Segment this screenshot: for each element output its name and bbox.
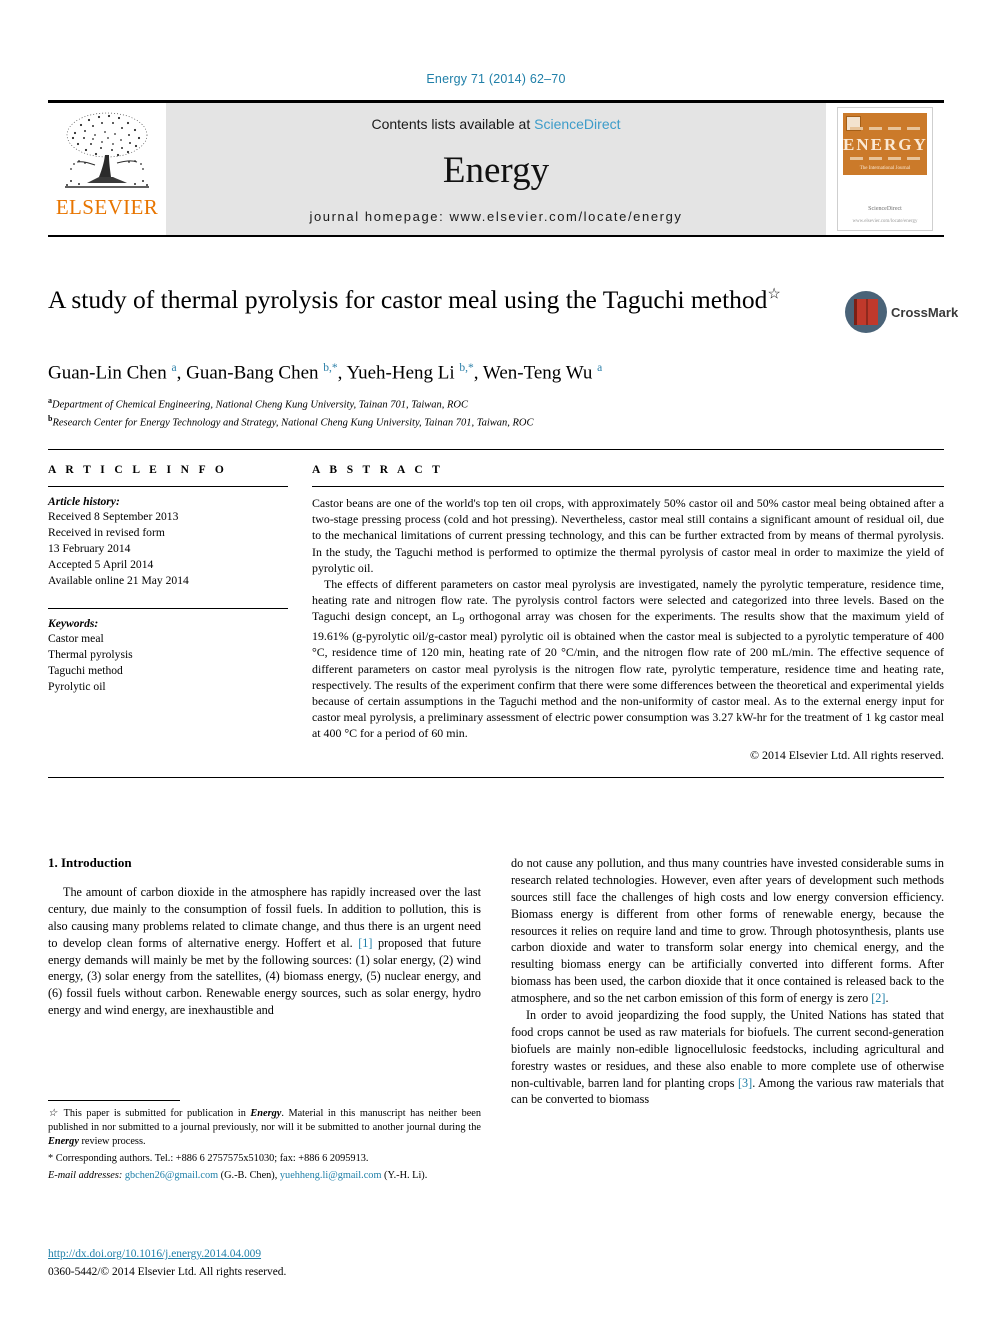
article-info-abstract-block: A R T I C L E I N F O Article history: R… xyxy=(48,449,944,779)
journal-banner: ELSEVIER Contents lists available at Sci… xyxy=(48,100,944,237)
abstract-paragraph-2: The effects of different parameters on c… xyxy=(312,576,944,741)
article-title-text: A study of thermal pyrolysis for castor … xyxy=(48,285,768,314)
cover-subtitle: The International Journal xyxy=(859,166,911,171)
cover-sciencedirect-mark: ScienceDirect xyxy=(868,206,902,212)
keywords-divider xyxy=(48,607,288,609)
abstract-paragraph-1: Castor beans are one of the world's top … xyxy=(312,496,944,575)
affiliation-b-text: Research Center for Energy Technology an… xyxy=(52,417,534,429)
contents-prefix-text: Contents lists available at xyxy=(371,116,535,132)
crossmark-icon xyxy=(845,291,887,333)
journal-homepage-link[interactable]: journal homepage: www.elsevier.com/locat… xyxy=(309,209,682,224)
footnote-email-addresses[interactable]: E-mail addresses: gbchen26@gmail.com (G.… xyxy=(48,1169,481,1183)
footnote-block: ☆ This paper is submitted for publicatio… xyxy=(48,1100,481,1186)
cover-journal-title: ENERGY xyxy=(843,135,928,154)
abstract-column: A B S T R A C T Castor beans are one of … xyxy=(312,464,944,763)
journal-title: Energy xyxy=(442,150,550,191)
elsevier-tree-icon xyxy=(65,112,149,188)
intro-paragraph-right-2: In order to avoid jeopardizing the food … xyxy=(511,1008,944,1107)
journal-cover-block: ENERGY The International Journal Science… xyxy=(826,103,944,235)
crossmark-label: CrossMark xyxy=(891,304,959,320)
history-item: Available online 21 May 2014 xyxy=(48,573,189,587)
page-title: A study of thermal pyrolysis for castor … xyxy=(48,284,838,316)
contents-available-line: Contents lists available at ScienceDirec… xyxy=(371,116,620,132)
keyword-item: Taguchi method xyxy=(48,663,123,677)
keyword-item: Pyrolytic oil xyxy=(48,679,106,693)
history-item: Received 8 September 2013 xyxy=(48,510,179,523)
intro-paragraph-left: The amount of carbon dioxide in the atmo… xyxy=(48,885,481,1018)
crossmark-badge[interactable]: CrossMark xyxy=(845,287,958,337)
keyword-item: Thermal pyrolysis xyxy=(48,647,133,661)
cover-text-row-bottom xyxy=(847,157,923,160)
affiliation-a-text: Department of Chemical Engineering, Nati… xyxy=(52,399,469,411)
affiliation-b: bResearch Center for Energy Technology a… xyxy=(48,413,898,431)
article-history-label: Article history: xyxy=(48,495,120,508)
doi-link[interactable]: http://dx.doi.org/10.1016/j.energy.2014.… xyxy=(48,1248,548,1260)
elsevier-logo-block: ELSEVIER xyxy=(48,103,166,235)
history-item: 13 February 2014 xyxy=(48,541,131,555)
issn-copyright-line: 0360-5442/© 2014 Elsevier Ltd. All right… xyxy=(48,1266,287,1278)
author-list: Guan-Lin Chen a, Guan-Bang Chen b,*, Yue… xyxy=(48,362,603,384)
affiliation-list: aDepartment of Chemical Engineering, Nat… xyxy=(48,395,898,432)
title-footnote-marker: ☆ xyxy=(767,286,781,303)
body-column-right: do not cause any pollution, and thus man… xyxy=(511,855,944,1108)
body-column-left: 1. Introduction The amount of carbon dio… xyxy=(48,855,481,1108)
journal-banner-center: Contents lists available at ScienceDirec… xyxy=(166,103,826,235)
article-page: Energy 71 (2014) 62–70 ELSEVIER Contents… xyxy=(0,0,992,1323)
article-info-column: A R T I C L E I N F O Article history: R… xyxy=(48,464,288,763)
article-info-divider xyxy=(48,486,288,487)
keywords-label: Keywords: xyxy=(48,616,99,630)
abstract-heading: A B S T R A C T xyxy=(312,464,444,476)
sciencedirect-link[interactable]: ScienceDirect xyxy=(534,116,620,132)
intro-paragraph-right-1: do not cause any pollution, and thus man… xyxy=(511,856,944,1006)
keywords-block: Keywords: Castor meal Thermal pyrolysis … xyxy=(48,607,288,695)
footnote-divider xyxy=(48,1100,180,1101)
cover-text-row-top xyxy=(847,127,923,130)
footnote-star: ☆ This paper is submitted for publicatio… xyxy=(48,1108,482,1147)
abstract-copyright: © 2014 Elsevier Ltd. All rights reserved… xyxy=(750,748,944,763)
keyword-item: Castor meal xyxy=(48,631,104,645)
running-head-citation: Energy 71 (2014) 62–70 xyxy=(426,72,566,86)
article-info-heading: A R T I C L E I N F O xyxy=(48,464,228,476)
title-block: A study of thermal pyrolysis for castor … xyxy=(48,284,838,316)
body-columns: 1. Introduction The amount of carbon dio… xyxy=(48,855,944,1108)
section-heading-introduction: 1. Introduction xyxy=(48,855,132,870)
history-item: Accepted 5 April 2014 xyxy=(48,557,154,571)
elsevier-wordmark: ELSEVIER xyxy=(55,195,159,219)
journal-cover-thumbnail[interactable]: ENERGY The International Journal Science… xyxy=(837,107,933,231)
doi-block: http://dx.doi.org/10.1016/j.energy.2014.… xyxy=(48,1248,548,1280)
history-item: Received in revised form xyxy=(48,525,165,539)
affiliation-a: aDepartment of Chemical Engineering, Nat… xyxy=(48,395,898,413)
cover-url-text: www.elsevier.com/locate/energy xyxy=(852,219,918,224)
abstract-divider xyxy=(312,486,944,487)
cover-color-panel: ENERGY The International Journal xyxy=(843,113,927,175)
footnote-corresponding-authors: * Corresponding authors. Tel.: +886 6 27… xyxy=(48,1153,369,1164)
